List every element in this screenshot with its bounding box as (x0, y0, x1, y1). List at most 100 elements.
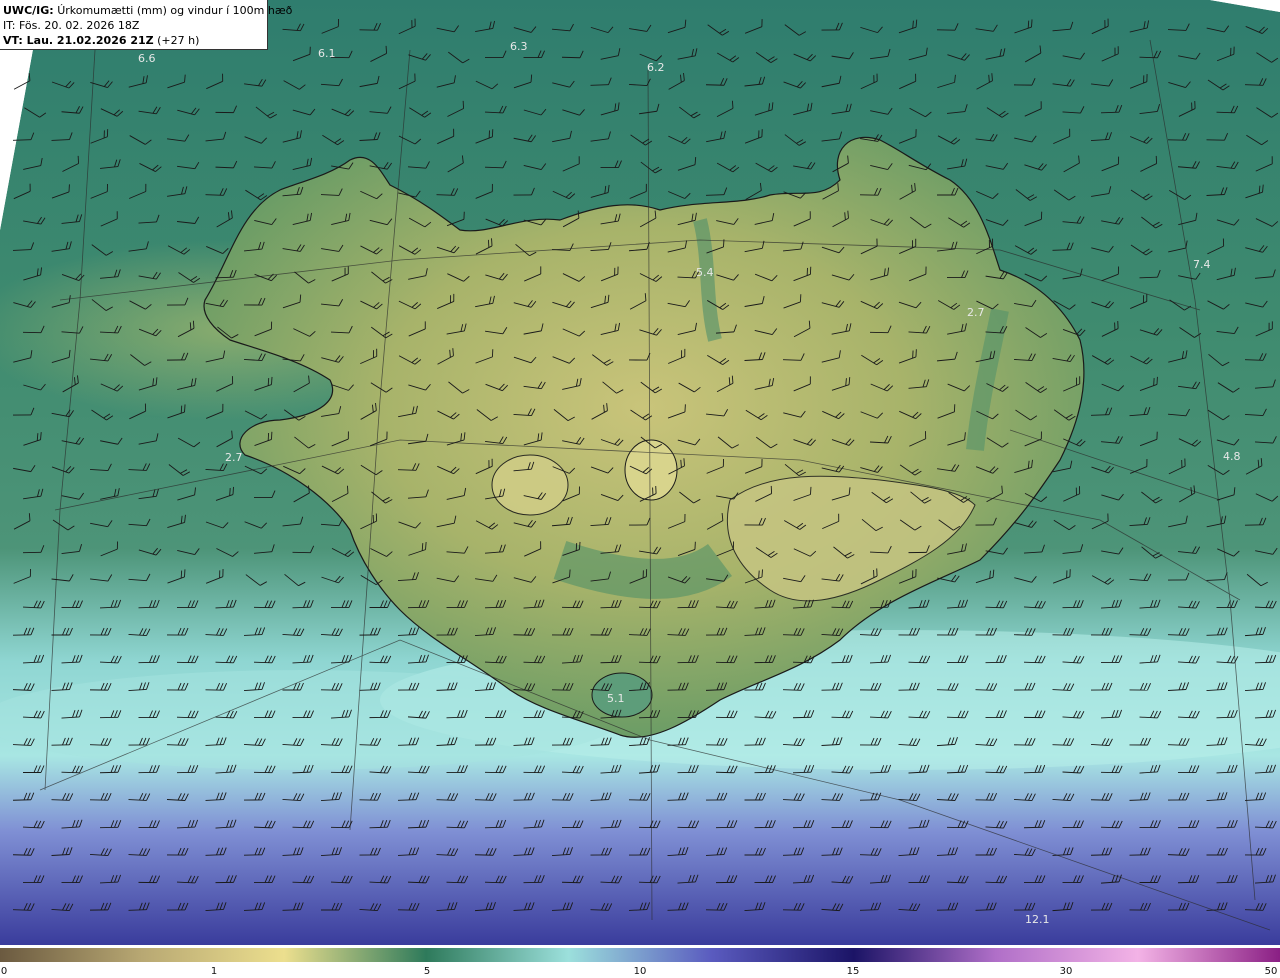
precip-value-label: 2.7 (967, 306, 985, 319)
wind-barb (715, 820, 738, 829)
wind-barb (293, 328, 316, 337)
wind-barb (975, 627, 997, 636)
wind-barb (744, 627, 766, 636)
wind-barb (1206, 792, 1228, 802)
wind-barb (12, 902, 35, 911)
wind-barb (592, 354, 614, 366)
wind-barb (640, 436, 662, 449)
wind-barb (793, 376, 811, 392)
wind-barb (1177, 710, 1200, 719)
wind-barb (1139, 431, 1158, 447)
wind-barb (1167, 572, 1190, 581)
wind-barb (215, 160, 238, 169)
wind-barb (359, 903, 382, 912)
wind-barb (705, 792, 728, 801)
wind-barb (630, 134, 653, 146)
wind-barb (475, 129, 494, 144)
wind-barb (745, 182, 762, 200)
wind-barb (784, 463, 806, 477)
wind-barb (1014, 135, 1037, 143)
wind-barb (205, 569, 224, 584)
wind-barb (1101, 216, 1124, 225)
wind-barb (1140, 155, 1158, 172)
wind-barb (870, 218, 893, 226)
wind-barb (90, 129, 109, 144)
wind-barb (205, 682, 228, 691)
wind-barb (948, 217, 971, 228)
wind-barb (551, 627, 574, 636)
wind-barb (754, 710, 777, 719)
wind-barb (369, 819, 391, 829)
colorbar-tick-label: 10 (633, 966, 647, 977)
wind-barb (754, 820, 776, 829)
wind-barb (1245, 26, 1269, 34)
wind-barb (1014, 520, 1037, 528)
wind-barb (677, 765, 699, 774)
colorbar-strip (0, 948, 1280, 962)
wind-barb (831, 273, 855, 281)
wind-barb (292, 875, 315, 884)
wind-barb (216, 210, 233, 228)
wind-barb (1207, 409, 1230, 421)
wind-barb (282, 628, 305, 636)
wind-barb (821, 246, 845, 254)
wind-barb (513, 134, 537, 143)
wind-barb (1100, 599, 1122, 609)
wind-barb (253, 655, 276, 664)
wind-barb (100, 541, 118, 557)
wind-barb (320, 628, 343, 637)
wind-barb (359, 22, 382, 31)
wind-barb (976, 190, 999, 200)
wind-barb (628, 737, 650, 746)
wind-barb (1063, 438, 1086, 447)
wind-barb (1100, 104, 1123, 114)
wind-barb (947, 104, 968, 114)
wind-barb (552, 466, 576, 474)
init-time: IT: Fös. 20. 02. 2026 18Z (3, 19, 140, 32)
wind-barb (397, 627, 420, 636)
wind-barb (553, 409, 575, 422)
wind-barb (975, 24, 998, 32)
wind-barb (628, 682, 650, 692)
wind-barb (783, 575, 806, 583)
wind-barb (1091, 18, 1109, 35)
wind-barb (331, 384, 354, 391)
wind-barb (138, 106, 161, 115)
wind-barb (397, 463, 420, 471)
wind-barb (1062, 216, 1085, 224)
wind-barb (590, 902, 613, 911)
wind-barb (177, 216, 200, 224)
wind-barb (437, 410, 460, 420)
wind-barb (369, 106, 392, 114)
wind-barb (667, 514, 686, 529)
wind-barb (1216, 487, 1236, 501)
wind-barb (359, 738, 382, 746)
wind-barb (947, 323, 967, 335)
wind-barb (600, 599, 622, 609)
wind-barb (513, 683, 536, 691)
wind-barb (128, 737, 150, 746)
wind-barb (782, 902, 805, 911)
wind-barb (166, 738, 189, 746)
wind-barb (360, 190, 383, 200)
wind-barb (359, 682, 381, 691)
wind-barb (821, 464, 845, 473)
wind-barb (715, 765, 738, 774)
wind-barb (744, 517, 766, 526)
wind-barb (744, 792, 766, 801)
precipitation-map[interactable]: 6.6 6.1 6.3 6.2 5.4 7.4 2.7 4.8 2.7 5.1 … (0, 0, 1280, 948)
wind-barb (899, 183, 916, 200)
wind-barb (436, 188, 459, 196)
wind-barb (628, 78, 651, 86)
wind-barb (243, 847, 266, 856)
wind-barb (282, 294, 302, 309)
wind-barb (1129, 20, 1150, 33)
wind-barb (205, 131, 227, 142)
wind-barb (128, 682, 150, 692)
colorbar-tick-label: 1 (210, 966, 218, 977)
wind-barb (937, 241, 958, 252)
wind-barb (821, 22, 843, 31)
wind-barb (99, 820, 122, 829)
wind-barb (138, 710, 160, 718)
wind-barb (976, 410, 999, 420)
